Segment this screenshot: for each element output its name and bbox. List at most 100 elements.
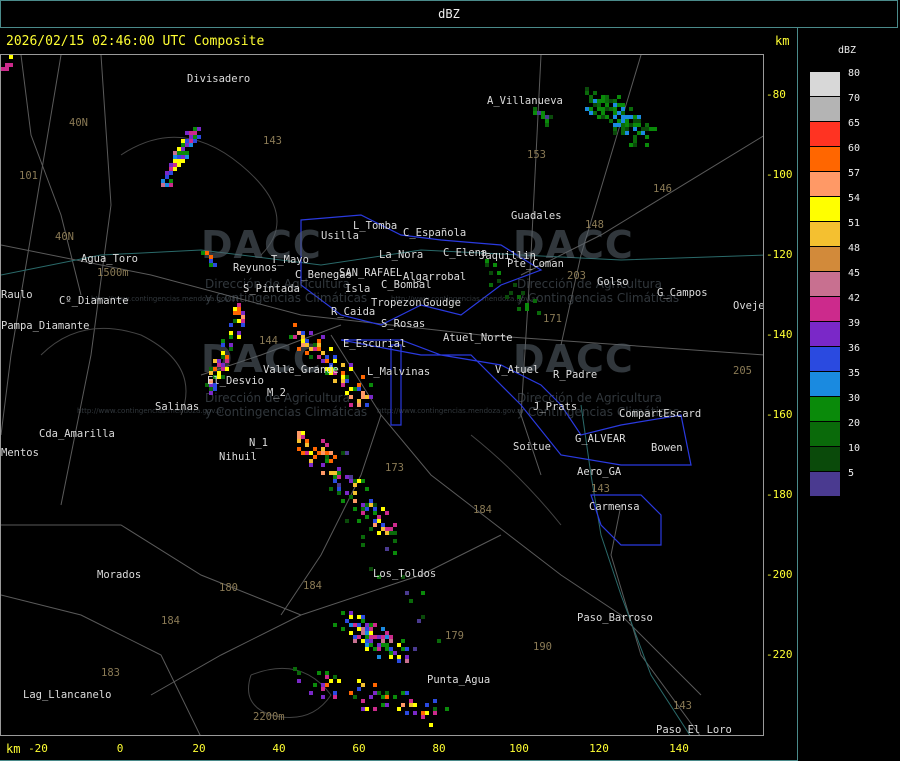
- route-number: 205: [733, 365, 752, 377]
- x-tick-label: 20: [192, 742, 206, 755]
- echo-cell: [325, 359, 329, 363]
- place-label: L_Tomba: [353, 220, 398, 232]
- echo-cell: [621, 107, 625, 111]
- echo-cell: [353, 387, 357, 391]
- echo-cell: [597, 107, 601, 111]
- echo-cell: [389, 531, 393, 535]
- echo-cell: [297, 347, 301, 351]
- echo-cell: [629, 107, 633, 111]
- echo-cell: [401, 647, 405, 651]
- echo-cell: [5, 67, 9, 71]
- echo-cell: [365, 627, 369, 631]
- echo-cell: [361, 631, 365, 635]
- echo-cell: [361, 391, 365, 395]
- echo-cell: [341, 383, 345, 387]
- echo-cell: [413, 711, 417, 715]
- echo-cell: [369, 503, 373, 507]
- echo-cell: [629, 115, 633, 119]
- place-label: Morados: [97, 569, 142, 581]
- echo-cell: [365, 635, 369, 639]
- echo-cell: [589, 111, 593, 115]
- echo-cell: [373, 683, 377, 687]
- echo-cell: [325, 459, 329, 463]
- echo-cell: [433, 707, 437, 711]
- echo-cell: [321, 687, 325, 691]
- echo-cell: [289, 335, 293, 339]
- legend-value: 54: [848, 193, 861, 204]
- echo-cell: [365, 487, 369, 491]
- echo-cell: [633, 139, 637, 143]
- echo-cell: [353, 491, 357, 495]
- echo-cell: [353, 499, 357, 503]
- echo-cell: [349, 495, 353, 499]
- route-number: 40N: [69, 117, 88, 129]
- echo-cell: [297, 331, 301, 335]
- echo-cell: [313, 343, 317, 347]
- route-number: 153: [527, 149, 546, 161]
- place-label: Bowen: [651, 442, 683, 454]
- echo-cell: [333, 623, 337, 627]
- echo-cell: [413, 647, 417, 651]
- echo-cell: [301, 343, 305, 347]
- echo-cell: [357, 387, 361, 391]
- echo-cell: [617, 111, 621, 115]
- echo-cell: [389, 651, 393, 655]
- echo-cell: [349, 363, 353, 367]
- echo-cell: [381, 639, 385, 643]
- echo-cell: [645, 123, 649, 127]
- echo-cell: [305, 443, 309, 447]
- echo-cell: [325, 675, 329, 679]
- echo-cell: [373, 635, 377, 639]
- echo-cell: [613, 99, 617, 103]
- echo-cell: [409, 703, 413, 707]
- echo-cell: [389, 639, 393, 643]
- echo-cell: [413, 703, 417, 707]
- echo-cell: [381, 703, 385, 707]
- echo-cell: [593, 111, 597, 115]
- echo-cell: [305, 439, 309, 443]
- echo-cell: [177, 163, 181, 167]
- echo-cell: [653, 127, 657, 131]
- echo-cell: [377, 647, 381, 651]
- echo-cell: [189, 139, 193, 143]
- echo-cell: [353, 507, 357, 511]
- echo-cell: [373, 511, 377, 515]
- echo-cell: [341, 379, 345, 383]
- echo-cell: [641, 131, 645, 135]
- echo-cell: [381, 523, 385, 527]
- echo-cell: [537, 111, 541, 115]
- echo-cell: [601, 99, 605, 103]
- legend-value: 20: [848, 418, 861, 429]
- place-label: Salinas: [155, 401, 200, 413]
- legend-swatch: [810, 297, 840, 321]
- echo-cell: [233, 319, 237, 323]
- echo-cell: [545, 119, 549, 123]
- echo-cell: [357, 479, 361, 483]
- echo-cell: [593, 91, 597, 95]
- echo-cell: [357, 623, 361, 627]
- x-tick-label: 140: [669, 742, 689, 755]
- echo-cell: [361, 699, 365, 703]
- echo-cell: [229, 343, 233, 347]
- echo-cell: [645, 127, 649, 131]
- x-tick-label: 60: [352, 742, 366, 755]
- echo-cell: [209, 387, 213, 391]
- echo-cell: [617, 95, 621, 99]
- echo-cell: [349, 367, 353, 371]
- echo-cell: [637, 131, 641, 135]
- echo-cell: [333, 675, 337, 679]
- legend-swatch: [810, 472, 840, 496]
- echo-cell: [625, 119, 629, 123]
- echo-cell: [357, 635, 361, 639]
- echo-cell: [301, 435, 305, 439]
- route-number: 184: [473, 504, 492, 516]
- echo-cell: [365, 647, 369, 651]
- radar-map[interactable]: DACC Dirección de Agricultura y Continge…: [0, 54, 764, 736]
- echo-cell: [521, 291, 525, 295]
- route-number: 143: [673, 700, 692, 712]
- echo-cell: [309, 451, 313, 455]
- echo-cell: [597, 115, 601, 119]
- route-number: 2200m: [253, 711, 285, 723]
- echo-cell: [309, 691, 313, 695]
- echo-cell: [301, 331, 305, 335]
